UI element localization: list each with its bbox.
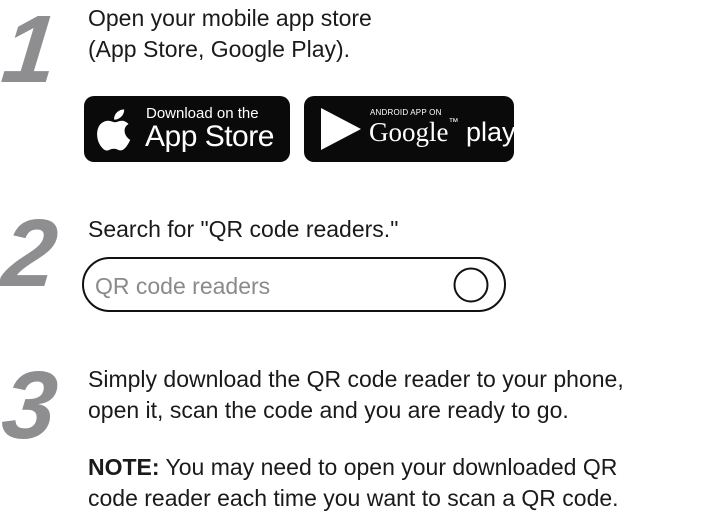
step-3-text: Simply download the QR code reader to yo… <box>88 364 624 426</box>
google-wordmark: Google <box>369 117 449 147</box>
step-1-line-1: Open your mobile app store <box>88 5 372 31</box>
note-line-1: NOTE: You may need to open your download… <box>88 452 619 483</box>
step-number-3: 3 <box>0 352 61 459</box>
note: NOTE: You may need to open your download… <box>88 452 619 514</box>
google-play-small-text: ANDROID APP ON <box>370 108 442 117</box>
step-2-text: Search for "QR code readers." <box>88 214 398 245</box>
apple-logo-icon <box>97 109 131 151</box>
play-word: play <box>466 117 516 147</box>
step-2-line-1: Search for "QR code readers." <box>88 216 399 242</box>
play-triangle-icon <box>321 108 361 150</box>
search-input[interactable] <box>95 269 435 303</box>
step-1-text: Open your mobile app store (App Store, G… <box>88 3 372 65</box>
search-circle-icon[interactable] <box>452 266 490 304</box>
step-3-line-2: open it, scan the code and you are ready… <box>88 397 569 423</box>
note-text-1: You may need to open your downloaded QR <box>159 454 618 480</box>
step-1-line-2: (App Store, Google Play). <box>88 36 351 62</box>
search-box[interactable] <box>82 257 506 312</box>
step-number-2: 2 <box>0 200 61 307</box>
note-line-2: code reader each time you want to scan a… <box>88 485 619 511</box>
google-play-badge[interactable]: ANDROID APP ON Google™ play <box>304 96 516 162</box>
google-play-big-text: Google™ play <box>369 117 516 147</box>
step-3-line-1: Simply download the QR code reader to yo… <box>88 366 624 392</box>
note-label: NOTE: <box>88 454 160 480</box>
step-number-1: 1 <box>0 0 61 103</box>
app-store-big-text: App Store <box>145 120 274 153</box>
app-store-badge[interactable]: Download on the App Store <box>84 96 290 162</box>
